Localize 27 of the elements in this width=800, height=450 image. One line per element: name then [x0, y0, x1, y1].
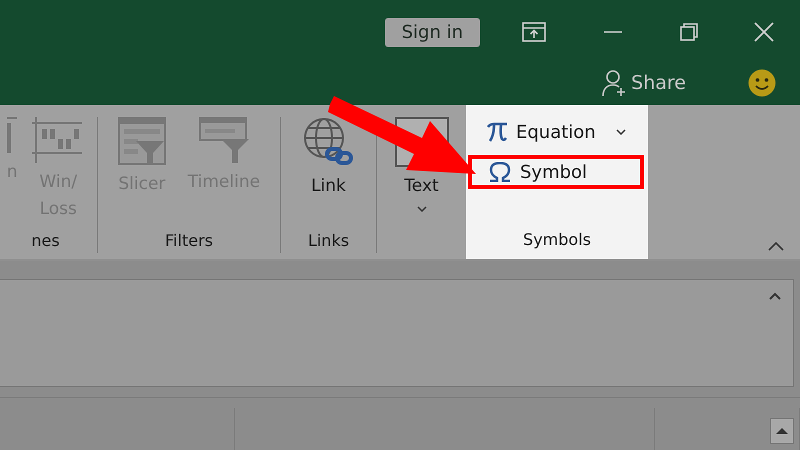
collapse-ribbon-icon[interactable] — [768, 242, 784, 251]
symbol-button[interactable]: Symbol — [468, 155, 644, 189]
expand-caret-icon[interactable] — [769, 292, 781, 300]
person-add-icon — [601, 68, 628, 96]
group-label: Symbols — [522, 229, 592, 251]
equation-button[interactable]: Equation — [468, 115, 644, 149]
scroll-up-icon[interactable] — [770, 418, 794, 444]
group-label: Filters — [164, 230, 214, 252]
slicer-filter-icon — [118, 117, 166, 165]
timeline-filter-icon — [198, 117, 249, 163]
chevron-down-icon — [616, 129, 626, 135]
restore-icon[interactable] — [680, 23, 698, 41]
share-button[interactable]: Share — [601, 68, 686, 96]
ribbon-display-options-icon[interactable] — [522, 22, 546, 42]
close-icon[interactable] — [754, 22, 774, 42]
column-chart-icon — [7, 117, 18, 153]
win-loss-chart-icon — [32, 117, 84, 163]
pi-icon — [486, 122, 508, 142]
group-label: nes — [30, 230, 61, 252]
chevron-down-icon — [416, 206, 426, 212]
smiley-icon[interactable] — [748, 68, 776, 96]
omega-icon — [488, 162, 512, 182]
link-button[interactable]: Link — [300, 117, 356, 229]
group-label: Links — [306, 230, 350, 252]
globe-link-icon — [302, 117, 354, 167]
minimize-icon[interactable] — [604, 30, 622, 34]
sign-in-button[interactable]: Sign in — [384, 18, 480, 46]
